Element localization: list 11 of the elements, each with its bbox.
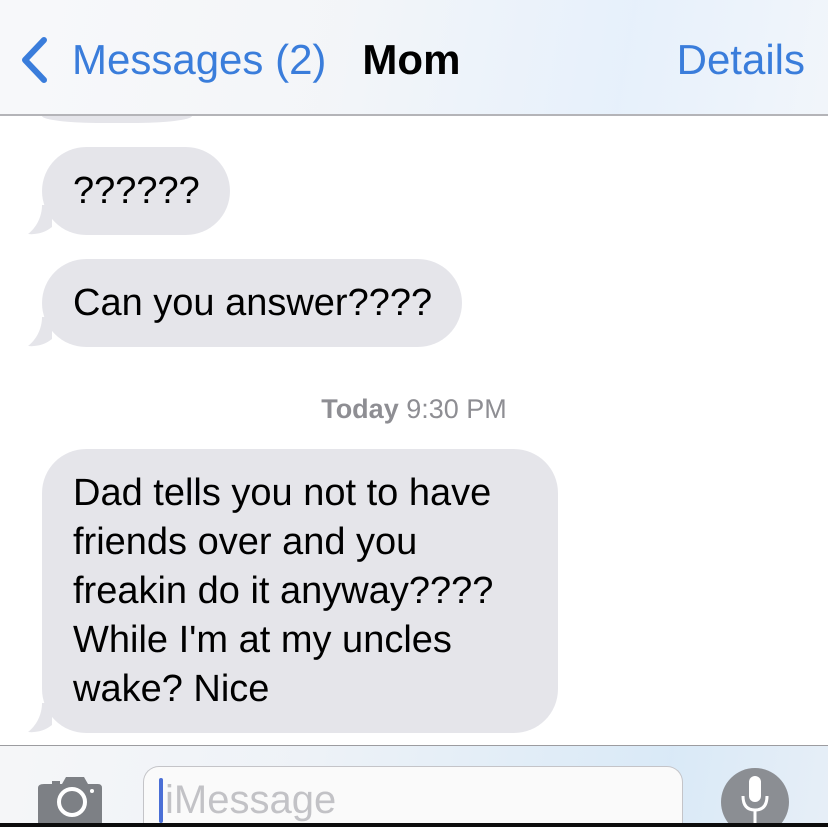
back-button[interactable]: Messages (2) — [20, 35, 326, 85]
conversation-title: Mom — [362, 35, 460, 85]
chevron-left-icon[interactable] — [20, 37, 48, 83]
message-text: ?????? — [73, 169, 200, 214]
details-button[interactable]: Details — [676, 35, 805, 85]
message-input-field[interactable]: iMessage — [143, 766, 683, 823]
message-text: Can you answer???? — [73, 281, 432, 326]
camera-icon[interactable] — [38, 776, 102, 823]
message-text: Dad tells you not to have friends over and you freakin do it anyway???? While I'm at my uncles wake? Nice — [73, 471, 494, 712]
timestamp: Today 9:30 PM — [321, 393, 507, 425]
microphone-icon[interactable] — [721, 768, 789, 823]
